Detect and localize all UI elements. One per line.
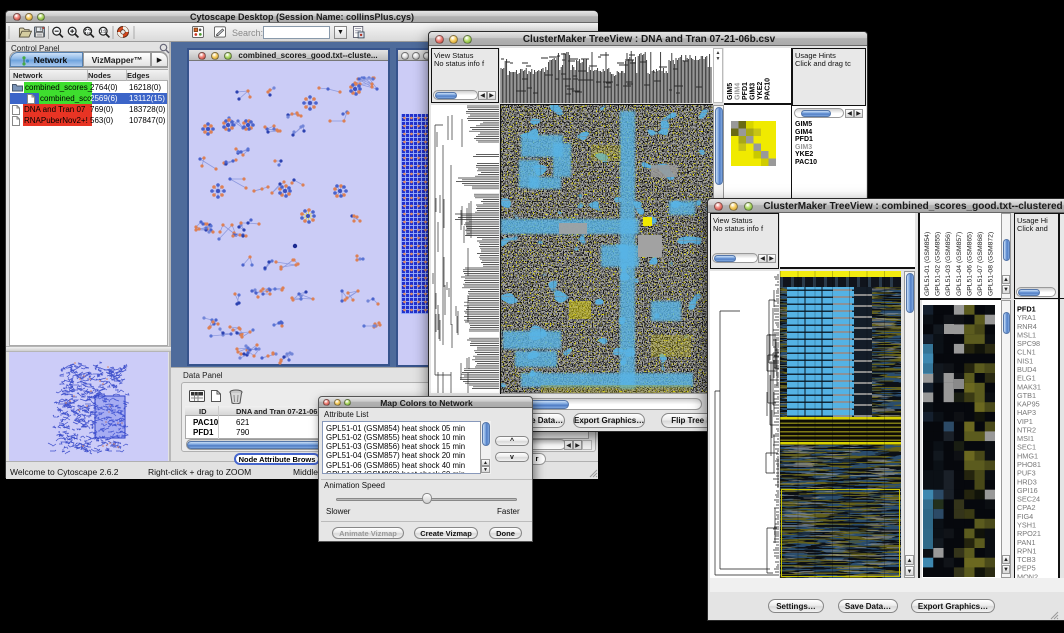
svg-text:PFD1: PFD1	[742, 82, 749, 100]
svg-text:GPL51-02 (GSM855): GPL51-02 (GSM855)	[935, 232, 942, 296]
svg-text:GIM3: GIM3	[750, 83, 757, 100]
svg-text:GPL51-04 (GSM857): GPL51-04 (GSM857)	[956, 232, 963, 296]
svg-text:GPL51-07 (GSM868): GPL51-07 (GSM868)	[977, 232, 984, 296]
svg-text:SEC1: SEC1	[1017, 443, 1036, 452]
svg-text:GIM5: GIM5	[727, 83, 734, 100]
svg-text:GIM4: GIM4	[735, 83, 742, 100]
svg-text:RPO21: RPO21	[1017, 529, 1041, 538]
svg-text:GPL51-08 (GSM872): GPL51-08 (GSM872)	[988, 232, 995, 296]
svg-text:GPL51-06 (GSM865): GPL51-06 (GSM865)	[966, 232, 973, 296]
svg-text:Search:: Search:	[232, 28, 263, 38]
svg-text:GPL51-01 (GSM854): GPL51-01 (GSM854)	[924, 232, 931, 296]
svg-text:MSL1: MSL1	[1017, 330, 1036, 339]
svg-text:YRA1: YRA1	[1017, 313, 1036, 322]
svg-text:YKE2: YKE2	[757, 82, 764, 100]
svg-text:1:1: 1:1	[100, 29, 107, 34]
svg-text:VIP1: VIP1	[1017, 417, 1033, 426]
svg-text:PHO81: PHO81	[1017, 460, 1041, 469]
svg-text:KAP95: KAP95	[1017, 400, 1040, 409]
svg-text:RPN1: RPN1	[1017, 546, 1036, 555]
svg-text:NIS1: NIS1	[1017, 356, 1033, 365]
svg-text:PAC10: PAC10	[765, 78, 772, 100]
svg-text:GPI16: GPI16	[1017, 486, 1038, 495]
svg-text:ELG1: ELG1	[1017, 374, 1036, 383]
svg-text:GPL51-03 (GSM856): GPL51-03 (GSM856)	[945, 232, 952, 296]
svg-text:CPA2: CPA2	[1017, 503, 1036, 512]
